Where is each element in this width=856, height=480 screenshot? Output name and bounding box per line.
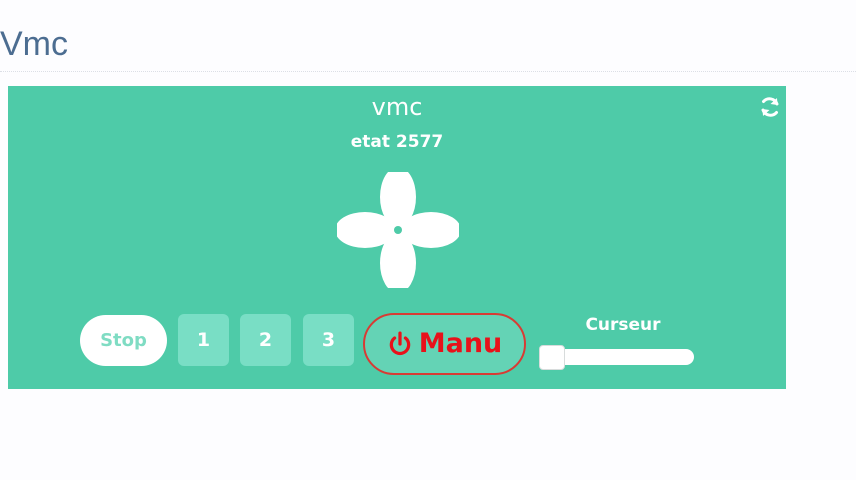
vmc-widget: vmc etat 2577 Stop 1 2 3 Manu Curseur bbox=[8, 86, 786, 389]
status-text: etat 2577 bbox=[350, 132, 444, 152]
speed-1-button[interactable]: 1 bbox=[178, 314, 229, 366]
widget-title: vmc bbox=[371, 93, 423, 121]
power-icon bbox=[389, 331, 410, 356]
page-title: Vmc bbox=[0, 25, 68, 63]
speed-2-button[interactable]: 2 bbox=[240, 314, 291, 366]
manual-mode-label: Manu bbox=[418, 328, 503, 359]
speed-3-button[interactable]: 3 bbox=[303, 314, 354, 366]
fan-icon bbox=[337, 172, 459, 288]
slider-handle[interactable] bbox=[539, 345, 565, 370]
slider-label: Curseur bbox=[585, 315, 661, 335]
manual-mode-button[interactable]: Manu bbox=[363, 313, 526, 375]
title-divider bbox=[0, 71, 856, 72]
refresh-icon[interactable] bbox=[758, 95, 782, 119]
stop-button[interactable]: Stop bbox=[80, 315, 167, 366]
